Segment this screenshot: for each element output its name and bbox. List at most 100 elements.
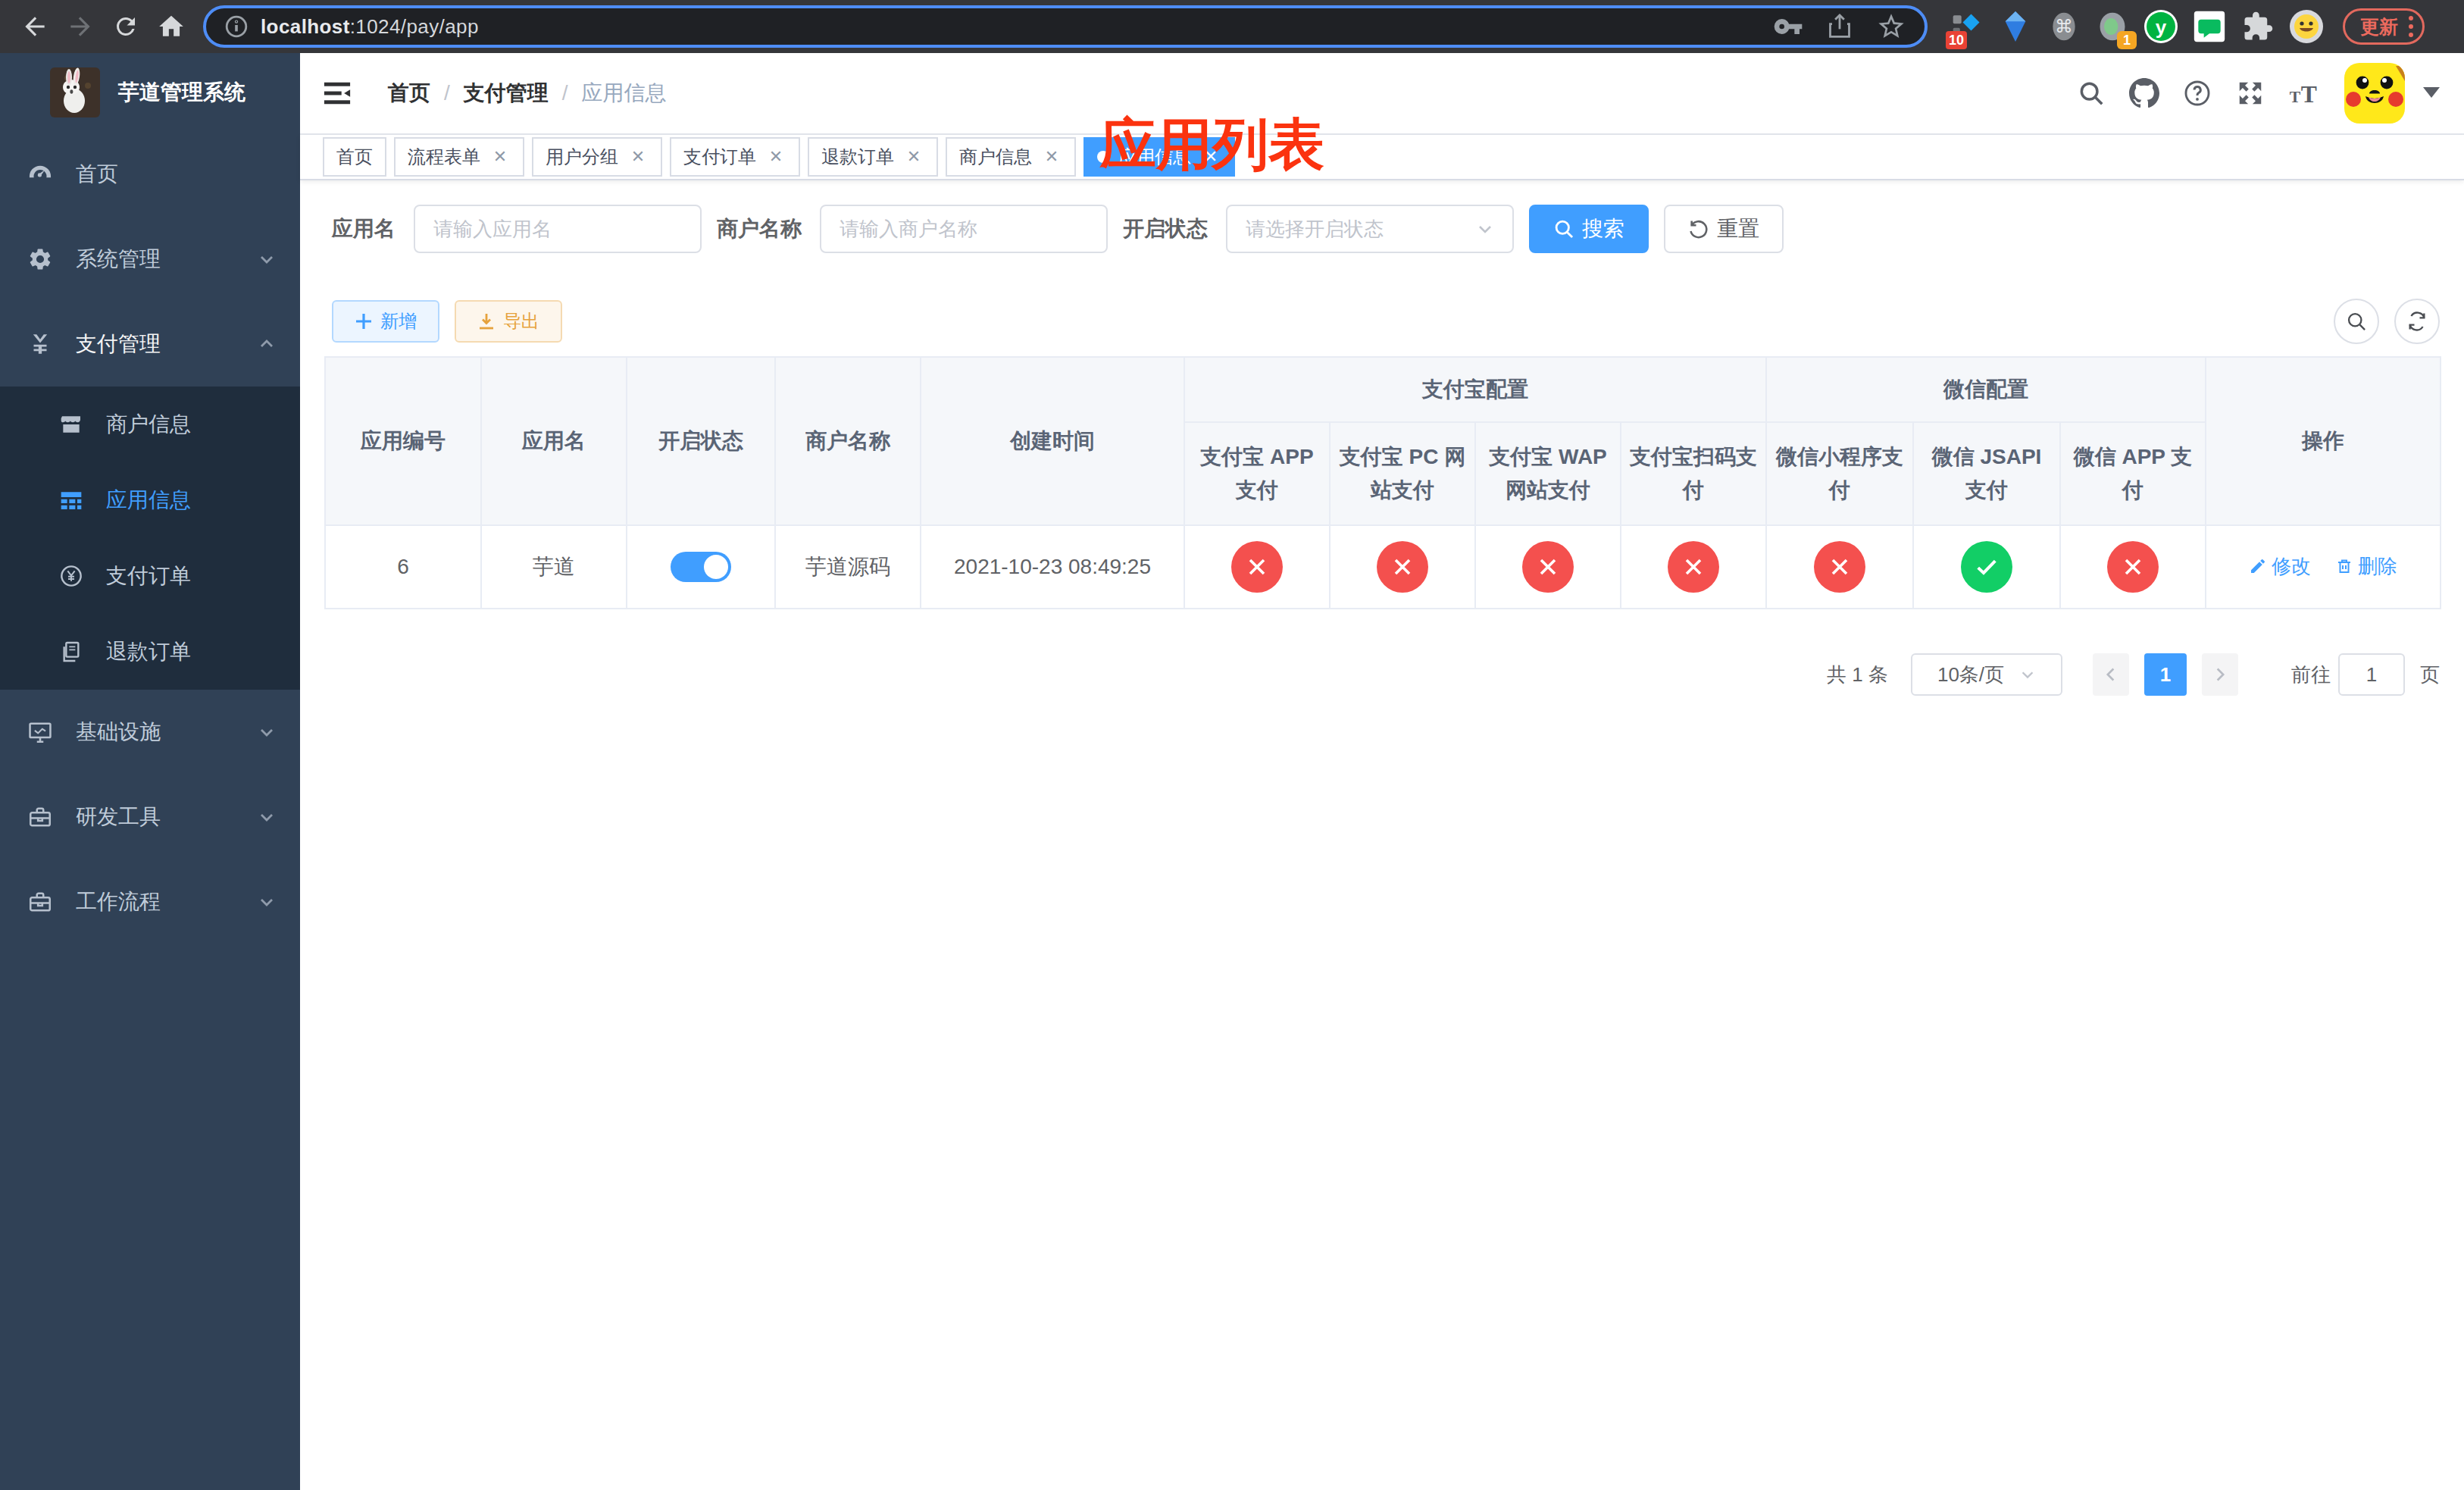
show-search-button[interactable] <box>2334 299 2379 344</box>
app-name-input[interactable] <box>414 205 702 253</box>
app-title: 芋道管理系统 <box>118 78 245 107</box>
address-bar[interactable]: localhost:1024/pay/app <box>203 5 1928 48</box>
help-icon[interactable] <box>2182 78 2212 108</box>
page-annotation-title: 应用列表 <box>1100 108 1324 183</box>
export-button[interactable]: 导出 <box>455 300 562 343</box>
filter-form: 应用名 商户名称 开启状态 请选择开启状态 搜索 重置 <box>332 205 2440 253</box>
breadcrumb-home[interactable]: 首页 <box>388 79 430 108</box>
sidebar-item-refund-orders[interactable]: 退款订单 <box>0 614 300 690</box>
profile-avatar-icon[interactable] <box>2288 8 2325 45</box>
edit-button[interactable]: 修改 <box>2249 553 2311 580</box>
search-button[interactable]: 搜索 <box>1529 205 1649 253</box>
tab-user-group[interactable]: 用户分组✕ <box>532 137 662 177</box>
sidebar-item-merchant-info[interactable]: 商户信息 <box>0 387 300 462</box>
tab-payment-orders[interactable]: 支付订单✕ <box>670 137 800 177</box>
home-icon[interactable] <box>152 7 191 46</box>
status-select[interactable]: 请选择开启状态 <box>1226 205 1514 253</box>
password-key-icon[interactable] <box>1773 11 1803 42</box>
extension-proxy-icon[interactable]: 1 <box>2094 8 2131 45</box>
chevron-down-icon <box>258 723 276 741</box>
back-icon[interactable] <box>15 7 55 46</box>
alipay-pc-status-icon <box>1377 541 1428 593</box>
col-alipay-qr: 支付宝扫码支付 <box>1621 422 1766 525</box>
col-wechat-app: 微信 APP 支付 <box>2060 422 2206 525</box>
cell-created: 2021-10-23 08:49:25 <box>921 525 1184 609</box>
col-alipay-wap: 支付宝 WAP 网站支付 <box>1475 422 1621 525</box>
sidebar-item-devtools[interactable]: 研发工具 <box>0 775 300 859</box>
tab-refund-orders[interactable]: 退款订单✕ <box>808 137 938 177</box>
tab-process-form[interactable]: 流程表单✕ <box>394 137 524 177</box>
caret-down-icon[interactable] <box>2423 87 2440 99</box>
sidebar-item-payment-orders[interactable]: 支付订单 <box>0 538 300 614</box>
share-icon[interactable] <box>1825 11 1855 42</box>
chevron-down-icon <box>258 250 276 268</box>
user-avatar[interactable] <box>2344 63 2405 124</box>
svg-text:⌘: ⌘ <box>2055 16 2073 37</box>
sidebar-toggle-icon[interactable] <box>323 79 352 108</box>
extension-command-icon[interactable]: ⌘ <box>2046 8 2082 45</box>
extension-badge: 1 <box>2117 31 2137 49</box>
close-icon[interactable]: ✕ <box>1041 146 1062 167</box>
refresh-button[interactable] <box>2394 299 2440 344</box>
page-number-1[interactable]: 1 <box>2144 653 2187 696</box>
close-icon[interactable]: ✕ <box>627 146 649 167</box>
close-icon[interactable]: ✕ <box>903 146 924 167</box>
sidebar-item-home[interactable]: 首页 <box>0 132 300 217</box>
goto-page-input[interactable]: 1 <box>2338 653 2405 696</box>
chevron-up-icon <box>258 335 276 353</box>
forward-icon[interactable] <box>61 7 100 46</box>
delete-button[interactable]: 删除 <box>2335 553 2397 580</box>
merchant-name-label: 商户名称 <box>717 214 820 243</box>
github-icon[interactable] <box>2129 78 2159 108</box>
breadcrumb: 首页 / 支付管理 / 应用信息 <box>388 79 667 108</box>
close-icon[interactable]: ✕ <box>765 146 786 167</box>
extensions-puzzle-icon[interactable] <box>2240 8 2276 45</box>
reload-icon[interactable] <box>106 7 145 46</box>
goto-label: 前往 <box>2291 662 2331 688</box>
page-unit-label: 页 <box>2420 662 2440 688</box>
sidebar-item-app-info[interactable]: 应用信息 <box>0 462 300 538</box>
status-toggle[interactable] <box>671 552 731 582</box>
sidebar-item-system[interactable]: 系统管理 <box>0 217 300 302</box>
page-size-select[interactable]: 10条/页 <box>1911 653 2062 696</box>
pagination-total: 共 1 条 <box>1827 662 1888 688</box>
col-group-alipay: 支付宝配置 <box>1184 357 1766 422</box>
browser-toolbar: localhost:1024/pay/app 10 ⌘ 1 y 更新 <box>0 0 2464 53</box>
extension-selenium-icon[interactable]: 10 <box>1949 8 1985 45</box>
next-page-button[interactable] <box>2202 653 2238 696</box>
sidebar-item-workflow[interactable]: 工作流程 <box>0 859 300 944</box>
shop-icon <box>59 412 83 437</box>
sidebar-item-infrastructure[interactable]: 基础设施 <box>0 690 300 775</box>
svg-text:y: y <box>2156 16 2167 39</box>
browser-menu-icon[interactable] <box>2409 14 2413 39</box>
cell-app-id: 6 <box>325 525 481 609</box>
prev-page-button[interactable] <box>2093 653 2129 696</box>
app-name-label: 应用名 <box>332 214 414 243</box>
add-button[interactable]: 新增 <box>332 300 439 343</box>
tags-view: 首页 流程表单✕ 用户分组✕ 支付订单✕ 退款订单✕ 商户信息✕ 应用信息✕ <box>300 135 2464 180</box>
app-logo-row[interactable]: 芋道管理系统 <box>0 53 300 132</box>
toolbox-icon <box>27 889 53 915</box>
alipay-app-status-icon <box>1231 541 1283 593</box>
tab-home[interactable]: 首页 <box>323 137 386 177</box>
breadcrumb-payment[interactable]: 支付管理 <box>464 79 549 108</box>
font-size-icon[interactable]: TT <box>2288 78 2319 108</box>
wechat-mini-status-icon <box>1814 541 1865 593</box>
sidebar-item-payment[interactable]: 支付管理 <box>0 302 300 387</box>
close-icon[interactable]: ✕ <box>489 146 511 167</box>
search-icon[interactable] <box>2076 78 2106 108</box>
bookmark-star-icon[interactable] <box>1876 11 1906 42</box>
reset-button[interactable]: 重置 <box>1664 205 1784 253</box>
extension-yuque-icon[interactable]: y <box>2143 8 2179 45</box>
browser-update-button[interactable]: 更新 <box>2343 8 2425 45</box>
extension-wechat-devtools-icon[interactable] <box>2191 8 2228 45</box>
url-text: localhost:1024/pay/app <box>261 15 479 39</box>
col-group-wechat: 微信配置 <box>1766 357 2206 422</box>
col-wechat-mini: 微信小程序支付 <box>1766 422 1913 525</box>
pagination: 共 1 条 10条/页 1 前往 1 页 <box>324 653 2440 696</box>
app-table: 应用编号 应用名 开启状态 商户名称 创建时间 支付宝配置 微信配置 操作 支付… <box>324 356 2441 609</box>
fullscreen-icon[interactable] <box>2235 78 2265 108</box>
merchant-name-input[interactable] <box>820 205 1108 253</box>
tab-merchant-info[interactable]: 商户信息✕ <box>946 137 1076 177</box>
extension-gem-icon[interactable] <box>1997 8 2034 45</box>
